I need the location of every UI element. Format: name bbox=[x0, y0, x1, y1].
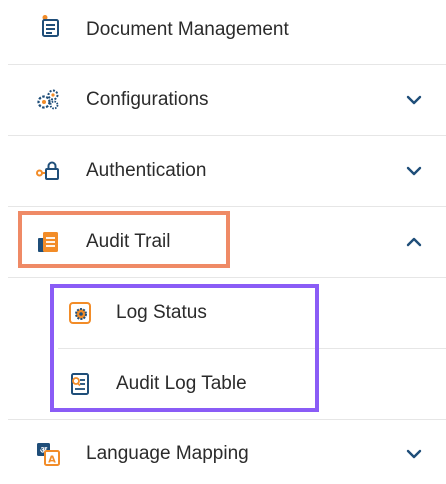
document-icon bbox=[42, 15, 59, 37]
chevron-down-icon[interactable] bbox=[406, 163, 422, 179]
menu-item-label: Document Management bbox=[86, 19, 289, 40]
menu-item-document-management[interactable]: Document Management bbox=[8, 0, 446, 64]
chevron-up-icon[interactable] bbox=[406, 234, 422, 250]
menu-item-label: Language Mapping bbox=[86, 443, 249, 464]
menu-item-label: Authentication bbox=[86, 160, 207, 181]
submenu-highlight bbox=[50, 284, 319, 412]
menu-item-authentication[interactable]: Authentication bbox=[8, 136, 446, 206]
key-icon bbox=[36, 161, 59, 180]
menu-item-label: Configurations bbox=[86, 89, 209, 110]
menu-item-configurations[interactable]: Configurations bbox=[8, 65, 446, 135]
audit-trail-highlight bbox=[18, 211, 230, 268]
menu-item-language-mapping[interactable]: अ A Language Mapping bbox=[8, 420, 446, 484]
chevron-down-icon[interactable] bbox=[406, 446, 422, 462]
gears-icon bbox=[37, 89, 59, 110]
chevron-down-icon[interactable] bbox=[406, 92, 422, 108]
svg-text:A: A bbox=[48, 455, 56, 466]
language-icon: अ A bbox=[37, 443, 60, 466]
